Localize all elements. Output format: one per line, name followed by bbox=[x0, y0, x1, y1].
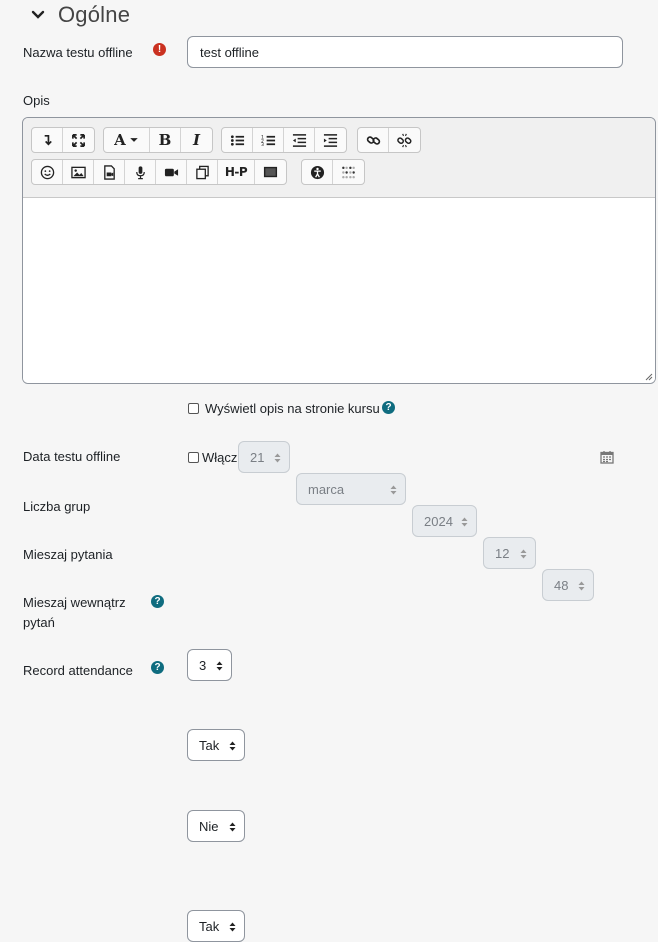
shuffle-questions-select[interactable]: Tak bbox=[187, 729, 245, 761]
select-arrows-icon bbox=[390, 485, 397, 495]
name-label: Nazwa testu offline bbox=[23, 45, 133, 60]
date-enable-label: Włącz bbox=[202, 450, 238, 465]
toolbar-group-a11y bbox=[301, 159, 365, 185]
question-icon[interactable]: ? bbox=[382, 401, 395, 414]
toolbar-group-links bbox=[357, 127, 421, 153]
section-title: Ogólne bbox=[58, 2, 131, 27]
question-icon[interactable]: ? bbox=[151, 595, 164, 608]
date-hour-select[interactable]: 12 bbox=[483, 537, 536, 569]
groups-select[interactable]: 3 bbox=[187, 649, 232, 681]
shuffle-questions-label: Mieszaj pytania bbox=[23, 547, 113, 562]
section-header[interactable]: Ogólne bbox=[30, 0, 130, 30]
select-arrows-icon bbox=[274, 453, 281, 463]
braille-icon[interactable] bbox=[333, 160, 364, 184]
h5p-icon[interactable]: H-P bbox=[218, 160, 255, 184]
toolbar-group-insert: H-P bbox=[31, 159, 287, 185]
resize-handle-icon[interactable] bbox=[645, 373, 653, 381]
screen-icon[interactable] bbox=[255, 160, 286, 184]
shuffle-answers-label-line2: pytań bbox=[23, 615, 55, 630]
bold-icon[interactable]: B bbox=[150, 128, 181, 152]
date-minute-value: 48 bbox=[554, 577, 569, 593]
toolbar-group-style: A B I bbox=[103, 127, 213, 153]
groups-label: Liczba grup bbox=[23, 499, 91, 514]
record-video-icon[interactable] bbox=[156, 160, 187, 184]
date-month-value: marca bbox=[308, 481, 345, 497]
question-icon[interactable]: ? bbox=[151, 661, 164, 674]
record-attendance-select[interactable]: Tak bbox=[187, 910, 245, 942]
select-arrows-icon bbox=[229, 822, 236, 832]
shuffle-questions-value: Tak bbox=[199, 737, 220, 753]
indent-icon[interactable] bbox=[315, 128, 346, 152]
select-arrows-icon bbox=[461, 517, 468, 527]
select-arrows-icon bbox=[229, 741, 236, 751]
description-label: Opis bbox=[23, 93, 50, 108]
show-description-label: Wyświetl opis na stronie kursu bbox=[205, 401, 380, 416]
shuffle-answers-value: Nie bbox=[199, 818, 219, 834]
unordered-list-icon[interactable] bbox=[222, 128, 253, 152]
font-color-icon[interactable]: A bbox=[104, 128, 150, 152]
emoji-icon[interactable] bbox=[32, 160, 63, 184]
image-icon[interactable] bbox=[63, 160, 94, 184]
date-day-select[interactable]: 21 bbox=[238, 441, 290, 473]
accessibility-checker-icon[interactable] bbox=[302, 160, 333, 184]
outdent-icon[interactable] bbox=[284, 128, 315, 152]
name-input[interactable] bbox=[187, 36, 623, 68]
editor-content-area[interactable] bbox=[23, 198, 655, 383]
link-icon[interactable] bbox=[358, 128, 389, 152]
toolbar-group-view bbox=[31, 127, 95, 153]
show-description-checkbox[interactable] bbox=[188, 403, 199, 414]
select-arrows-icon bbox=[229, 922, 236, 932]
chevron-down-icon[interactable] bbox=[30, 7, 46, 23]
record-attendance-value: Tak bbox=[199, 918, 220, 934]
shuffle-answers-label-line1: Mieszaj wewnątrz bbox=[23, 595, 126, 610]
date-month-select[interactable]: marca bbox=[296, 473, 406, 505]
italic-icon[interactable]: I bbox=[181, 128, 212, 152]
date-day-value: 21 bbox=[250, 449, 265, 465]
toolbar-group-lists: 123 bbox=[221, 127, 347, 153]
date-enable-checkbox[interactable] bbox=[188, 452, 199, 463]
collapse-icon[interactable] bbox=[32, 128, 63, 152]
date-hour-value: 12 bbox=[495, 545, 510, 561]
media-icon[interactable] bbox=[94, 160, 125, 184]
unlink-icon[interactable] bbox=[389, 128, 420, 152]
fullscreen-icon[interactable] bbox=[63, 128, 94, 152]
groups-value: 3 bbox=[199, 657, 207, 673]
svg-text:3: 3 bbox=[261, 142, 264, 148]
select-arrows-icon bbox=[578, 581, 585, 591]
date-year-value: 2024 bbox=[424, 513, 453, 529]
select-arrows-icon bbox=[216, 661, 223, 671]
exclamation-icon: ! bbox=[153, 43, 166, 56]
select-arrows-icon bbox=[520, 549, 527, 559]
calendar-icon[interactable] bbox=[600, 450, 614, 464]
manage-files-icon[interactable] bbox=[187, 160, 218, 184]
date-minute-select[interactable]: 48 bbox=[542, 569, 594, 601]
shuffle-answers-select[interactable]: Nie bbox=[187, 810, 245, 842]
date-label: Data testu offline bbox=[23, 449, 121, 464]
ordered-list-icon[interactable]: 123 bbox=[253, 128, 284, 152]
editor-toolbar: A B I 123 H-P bbox=[23, 118, 655, 198]
record-attendance-label: Record attendance bbox=[23, 663, 133, 678]
record-audio-icon[interactable] bbox=[125, 160, 156, 184]
date-year-select[interactable]: 2024 bbox=[412, 505, 477, 537]
description-editor[interactable]: A B I 123 H-P bbox=[22, 117, 656, 384]
